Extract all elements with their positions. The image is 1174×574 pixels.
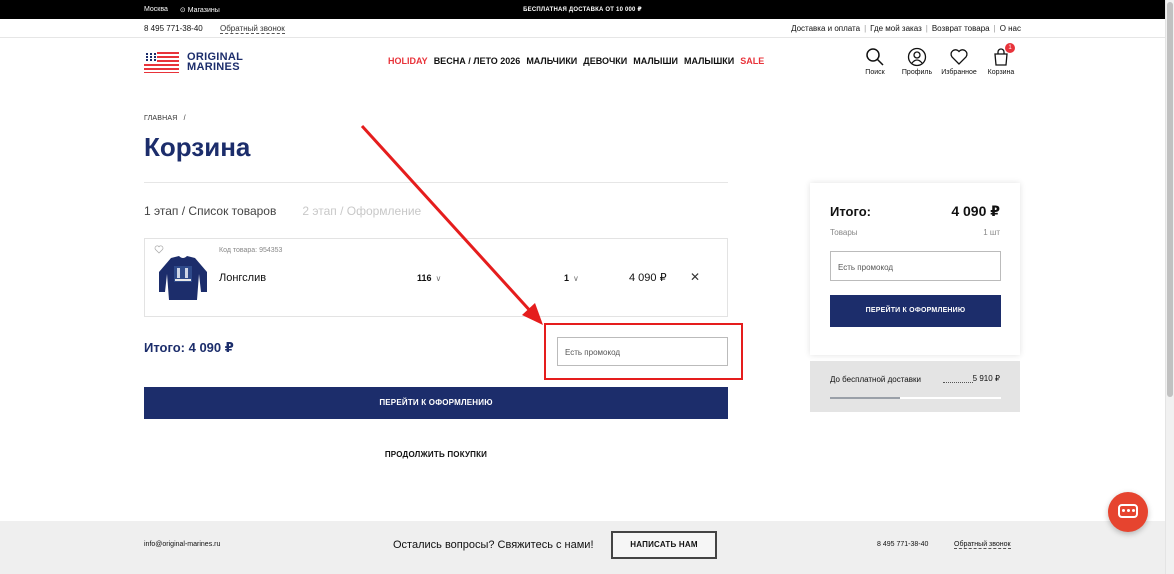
order-summary-panel: Итого: 4 090 ₽ Товары 1 шт Есть промокод… [810, 183, 1020, 355]
step-1-tab[interactable]: 1 этап / Список товаров [144, 204, 276, 218]
summary-goods-label: Товары [830, 228, 858, 237]
order-tracking-link[interactable]: Где мой заказ [870, 24, 922, 33]
search-button[interactable]: Поиск [859, 47, 891, 76]
quantity-value: 1 [564, 273, 570, 283]
page-title: Корзина [144, 132, 251, 162]
site-logo[interactable]: ORIGINAL MARINES [144, 51, 244, 73]
progress-fill [830, 397, 900, 399]
item-price: 4 090 ₽ [629, 272, 667, 284]
returns-link[interactable]: Возврат товара [932, 24, 990, 33]
checkout-steps: 1 этап / Список товаров 2 этап / Оформле… [144, 204, 421, 218]
main-header: ORIGINAL MARINES HOLIDAY ВЕСНА / ЛЕТО 20… [0, 38, 1165, 84]
nav-girls[interactable]: ДЕВОЧКИ [583, 56, 627, 66]
footer-bar: info@original-marines.ru Остались вопрос… [0, 521, 1165, 574]
flag-logo-icon [144, 52, 179, 73]
header-phone[interactable]: 8 495 771-38-40 [144, 24, 203, 33]
footer-question: Остались вопросы? Свяжитесь с нами! [393, 539, 594, 551]
product-name[interactable]: Лонгслив [219, 272, 266, 284]
chevron-down-icon: ∨ [573, 273, 579, 283]
summary-total-label: Итого: [830, 204, 871, 219]
heart-icon [950, 49, 968, 65]
link-separator: | [864, 24, 867, 33]
free-delivery-progress: До бесплатной доставки 5 910 ₽ [810, 361, 1020, 412]
chat-widget-button[interactable] [1108, 492, 1148, 532]
chevron-down-icon: ∨ [435, 273, 442, 283]
free-delivery-remaining: 5 910 ₽ [972, 374, 1000, 383]
callback-link[interactable]: Обратный звонок [220, 24, 285, 34]
page-scrollbar[interactable] [1165, 0, 1174, 574]
link-separator: | [993, 24, 996, 33]
cart-count-badge: 1 [1005, 43, 1015, 53]
favorites-label: Избранное [941, 69, 977, 76]
info-links: Доставка и оплата | Где мой заказ | Возв… [791, 24, 1021, 33]
free-delivery-label: До бесплатной доставки [830, 375, 921, 384]
step-2-tab[interactable]: 2 этап / Оформление [302, 204, 421, 218]
annotation-highlight-box [544, 323, 743, 380]
add-to-favorites-icon[interactable] [154, 245, 164, 254]
nav-babies[interactable]: МАЛЫШИ [633, 56, 678, 66]
footer-phone[interactable]: 8 495 771-38-40 [877, 541, 928, 548]
chat-dots [1122, 509, 1135, 512]
free-shipping-banner: БЕСПЛАТНАЯ ДОСТАВКА ОТ 10 000 ₽ [523, 7, 642, 13]
search-icon [866, 48, 884, 66]
footer-email[interactable]: info@original-marines.ru [144, 541, 220, 548]
breadcrumb: ГЛАВНАЯ / [144, 115, 186, 122]
sub-bar: 8 495 771-38-40 Обратный звонок Доставка… [0, 19, 1165, 38]
divider [144, 182, 728, 183]
breadcrumb-separator: / [183, 115, 186, 122]
checkout-button[interactable]: ПЕРЕЙТИ К ОФОРМЛЕНИЮ [144, 387, 728, 419]
footer-callback-link[interactable]: Обратный звонок [954, 541, 1011, 549]
delivery-payment-link[interactable]: Доставка и оплата [791, 24, 860, 33]
top-bar: Москва ⊙ Магазины БЕСПЛАТНАЯ ДОСТАВКА ОТ… [0, 0, 1165, 19]
profile-label: Профиль [901, 69, 933, 76]
cart-total: Итого: 4 090 ₽ [144, 340, 234, 355]
remove-item-close-icon[interactable]: ✕ [690, 270, 700, 284]
main-nav: HOLIDAY ВЕСНА / ЛЕТО 2026 МАЛЬЧИКИ ДЕВОЧ… [388, 56, 770, 66]
summary-promo-code-input[interactable]: Есть промокод [830, 251, 1001, 281]
summary-checkout-button[interactable]: ПЕРЕЙТИ К ОФОРМЛЕНИЮ [830, 295, 1001, 327]
product-image[interactable] [155, 254, 211, 302]
link-separator: | [925, 24, 928, 33]
progress-track [830, 397, 1001, 399]
quantity-select[interactable]: 1 ∨ [564, 273, 579, 283]
write-to-us-button[interactable]: НАПИСАТЬ НАМ [611, 531, 717, 559]
nav-boys[interactable]: МАЛЬЧИКИ [526, 56, 577, 66]
user-icon [907, 47, 927, 67]
size-value: 116 [417, 273, 432, 283]
summary-goods-qty: 1 шт [983, 228, 1000, 237]
about-link[interactable]: О нас [1000, 24, 1021, 33]
summary-total-value: 4 090 ₽ [951, 203, 1000, 219]
cart-button[interactable]: 1 Корзина [985, 43, 1017, 76]
product-code: Код товара: 954353 [219, 247, 283, 254]
header-actions: Поиск Профиль Избранное 1 Корзина [859, 43, 1017, 76]
cart-page: Москва ⊙ Магазины БЕСПЛАТНАЯ ДОСТАВКА ОТ… [0, 0, 1174, 574]
search-label: Поиск [865, 69, 885, 76]
size-select[interactable]: 116 ∨ [417, 273, 441, 283]
breadcrumb-home[interactable]: ГЛАВНАЯ [144, 115, 178, 122]
profile-button[interactable]: Профиль [901, 47, 933, 76]
nav-baby-girls[interactable]: МАЛЫШКИ [684, 56, 734, 66]
continue-shopping-link[interactable]: ПРОДОЛЖИТЬ ПОКУПКИ [144, 450, 728, 459]
dotted-leader [943, 382, 973, 383]
nav-holiday[interactable]: HOLIDAY [388, 56, 428, 66]
favorites-button[interactable]: Избранное [941, 47, 977, 76]
nav-spring-summer[interactable]: ВЕСНА / ЛЕТО 2026 [434, 56, 521, 66]
cart-label: Корзина [987, 69, 1015, 76]
scrollbar-thumb[interactable] [1167, 2, 1173, 397]
cart-item: Код товара: 954353 Лонгслив 116 ∨ 1 ∨ 4 … [144, 238, 728, 317]
logo-wordmark: ORIGINAL MARINES [187, 51, 244, 73]
nav-sale[interactable]: SALE [740, 56, 764, 66]
